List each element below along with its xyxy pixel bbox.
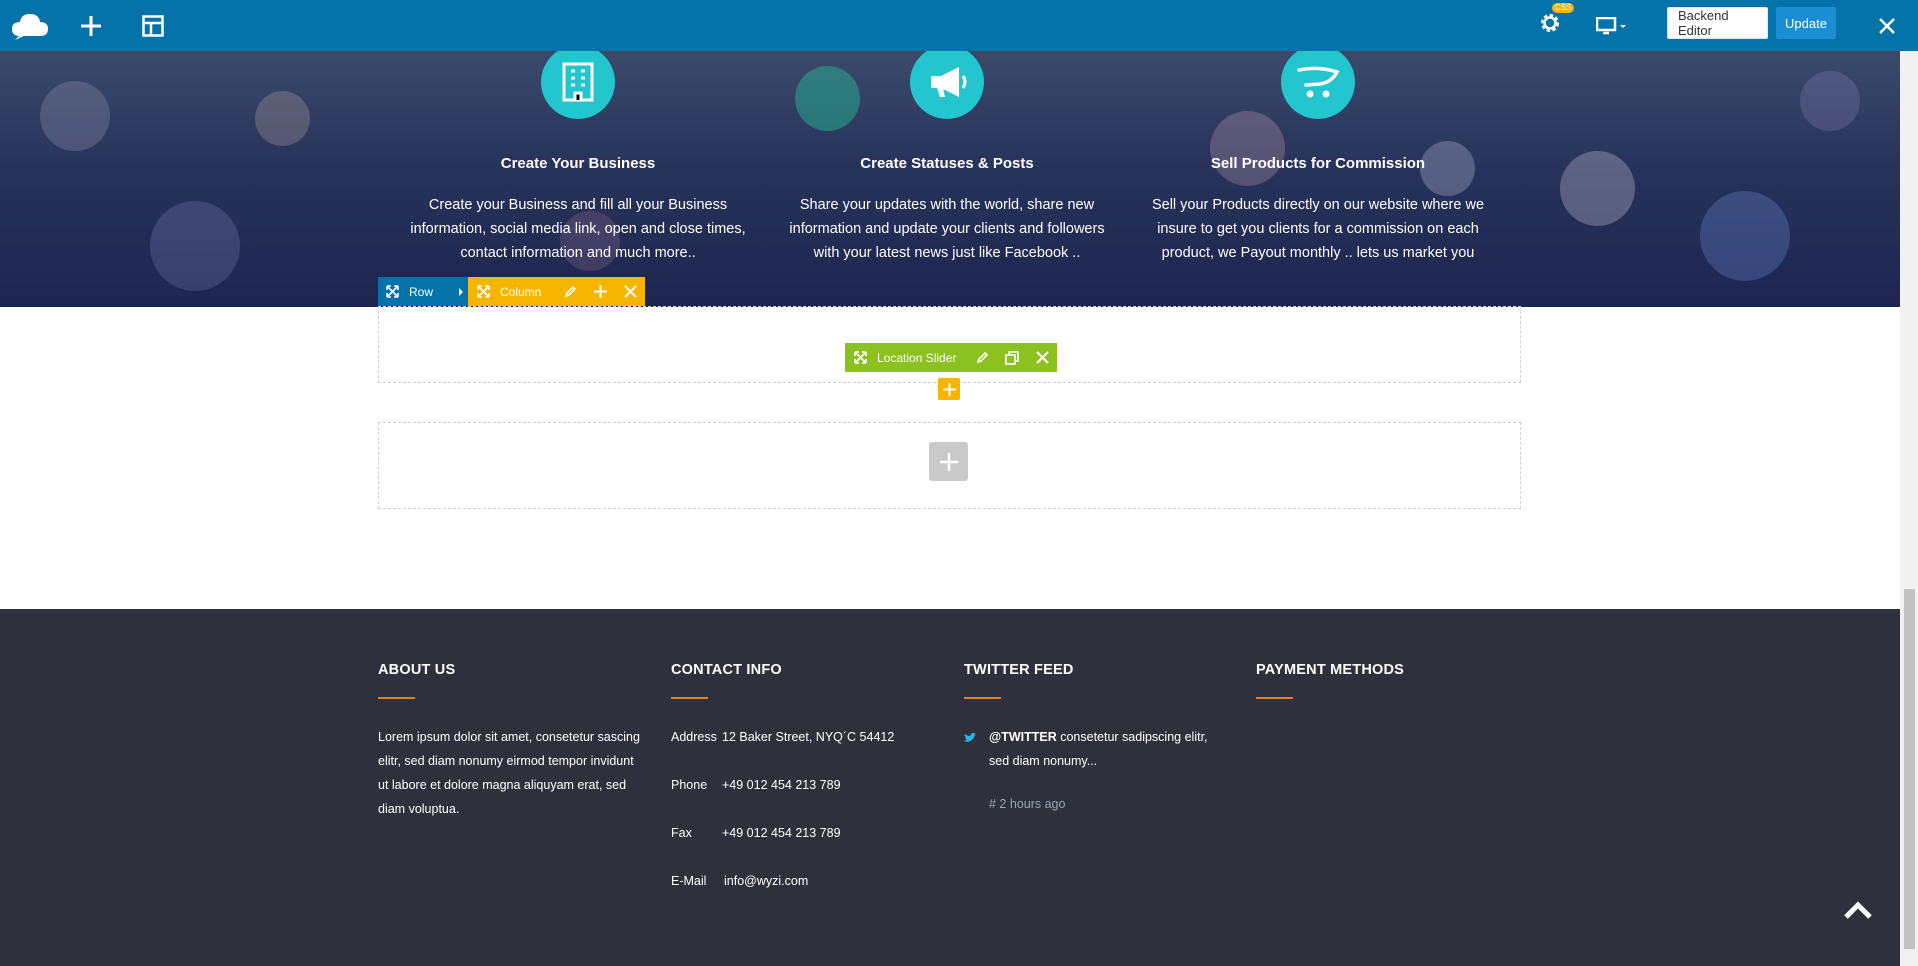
feature-sell-products: Sell Products for Commission Sell your P… [1148, 51, 1488, 265]
move-icon [477, 285, 490, 298]
feature-title: Sell Products for Commission [1210, 155, 1426, 172]
contact-label: E-Mail [671, 874, 707, 888]
features-section: Create Your Business Create your Busines… [0, 51, 1900, 307]
feature-create-business: Create Your Business Create your Busines… [408, 51, 748, 265]
footer-contact-title: CONTACT INFO [671, 662, 782, 678]
feature-statuses-posts: Create Statuses & Posts Share your updat… [777, 51, 1117, 265]
tweet-text: @TWITTER consetetur sadipscing elitr, se… [989, 725, 1229, 773]
scrollbar-thumb[interactable] [1904, 589, 1915, 949]
contact-value: +49 012 454 213 789 [722, 826, 841, 840]
element-handle[interactable]: Location Slider [845, 343, 967, 372]
feature-title: Create Your Business [500, 155, 656, 172]
column-delete-icon[interactable] [615, 277, 645, 306]
bokeh-light [1800, 71, 1860, 131]
element-edit-pencil-icon[interactable] [967, 343, 997, 372]
add-element-plus-icon[interactable] [938, 378, 960, 400]
feature-title: Create Statuses & Posts [860, 155, 1034, 172]
column-add-plus-icon[interactable] [585, 277, 615, 306]
bokeh-light [150, 201, 240, 291]
element-controls: Location Slider [845, 343, 1057, 372]
twitter-bird-icon [964, 725, 989, 773]
templates-icon[interactable] [138, 0, 168, 51]
element-delete-icon[interactable] [1027, 343, 1057, 372]
contact-value: 12 Baker Street, NYQ´C 54412 [722, 730, 895, 744]
bokeh-light [1560, 151, 1635, 226]
move-icon [854, 351, 867, 364]
contact-row: Phone +49 012 454 213 789 [671, 773, 951, 797]
row-label: Row [409, 284, 434, 299]
site-footer: ABOUT US Lorem ipsum dolor sit amet, con… [0, 609, 1900, 966]
element-label: Location Slider [877, 350, 957, 365]
contact-label: Fax [671, 826, 692, 840]
row-handle[interactable]: Row [378, 277, 454, 306]
column-label: Column [500, 284, 542, 299]
cart-icon [1281, 51, 1355, 119]
feature-text: Sell your Products directly on our websi… [1151, 197, 1485, 261]
footer-payment: PAYMENT METHODS [1256, 662, 1536, 699]
tweet-handle[interactable]: @TWITTER [989, 730, 1057, 744]
column-edit-pencil-icon[interactable] [555, 277, 585, 306]
settings-icon[interactable]: CSS [1535, 0, 1575, 51]
contact-row: Fax +49 012 454 213 789 [671, 821, 951, 845]
footer-about-title: ABOUT US [378, 662, 456, 678]
footer-twitter: TWITTER FEED @TWITTER consetetur sadipsc… [964, 662, 1244, 811]
element-clone-icon[interactable] [997, 343, 1027, 372]
contact-value[interactable]: info@wyzi.com [724, 869, 808, 893]
footer-contact: CONTACT INFO Address 12 Baker Street, NYQ… [671, 662, 951, 917]
contact-label: Phone [671, 778, 708, 792]
add-element-icon[interactable] [76, 0, 106, 51]
column-handle[interactable]: Column [468, 277, 555, 306]
bokeh-light [1700, 191, 1790, 281]
responsive-desktop-icon[interactable] [1594, 0, 1630, 51]
contact-list: Address 12 Baker Street, NYQ´C 54412 Phon… [671, 725, 951, 893]
title-underline [964, 697, 1001, 699]
footer-about-text: Lorem ipsum dolor sit amet, consetetur s… [378, 730, 640, 816]
backend-editor-button[interactable]: Backend Editor [1667, 7, 1768, 39]
scroll-to-top-icon[interactable] [1843, 895, 1873, 925]
megaphone-icon [910, 51, 984, 119]
move-icon [386, 285, 399, 298]
row-controls: Row Column [378, 277, 645, 306]
update-button[interactable]: Update [1776, 7, 1836, 39]
building-icon [541, 51, 615, 119]
logo-cloud-icon[interactable] [10, 0, 50, 51]
footer-about: ABOUT US Lorem ipsum dolor sit amet, con… [378, 662, 658, 821]
bokeh-light [255, 91, 310, 146]
page-scrollbar[interactable] [1900, 51, 1918, 966]
css-badge: CSS [1552, 3, 1575, 13]
title-underline [1256, 697, 1293, 699]
title-underline [671, 697, 708, 699]
contact-row: Address 12 Baker Street, NYQ´C 54412 [671, 725, 951, 749]
footer-payment-title: PAYMENT METHODS [1256, 662, 1405, 678]
row-expand-arrow-icon[interactable] [454, 277, 468, 306]
bokeh-light [40, 81, 110, 151]
footer-twitter-title: TWITTER FEED [964, 662, 1074, 678]
feature-text: Share your updates with the world, share… [789, 197, 1105, 261]
close-icon[interactable] [1873, 0, 1901, 51]
add-row-plus-icon[interactable] [929, 442, 968, 481]
tweet: @TWITTER consetetur sadipscing elitr, se… [964, 725, 1244, 773]
contact-value: +49 012 454 213 789 [722, 778, 841, 792]
title-underline [378, 697, 415, 699]
contact-row: E-Mail info@wyzi.com [671, 869, 951, 893]
contact-label: Address [671, 730, 717, 744]
tweet-time[interactable]: # 2 hours ago [989, 797, 1244, 811]
feature-text: Create your Business and fill all your B… [410, 197, 746, 261]
editor-toolbar: CSS Backend Editor Update [0, 0, 1918, 51]
